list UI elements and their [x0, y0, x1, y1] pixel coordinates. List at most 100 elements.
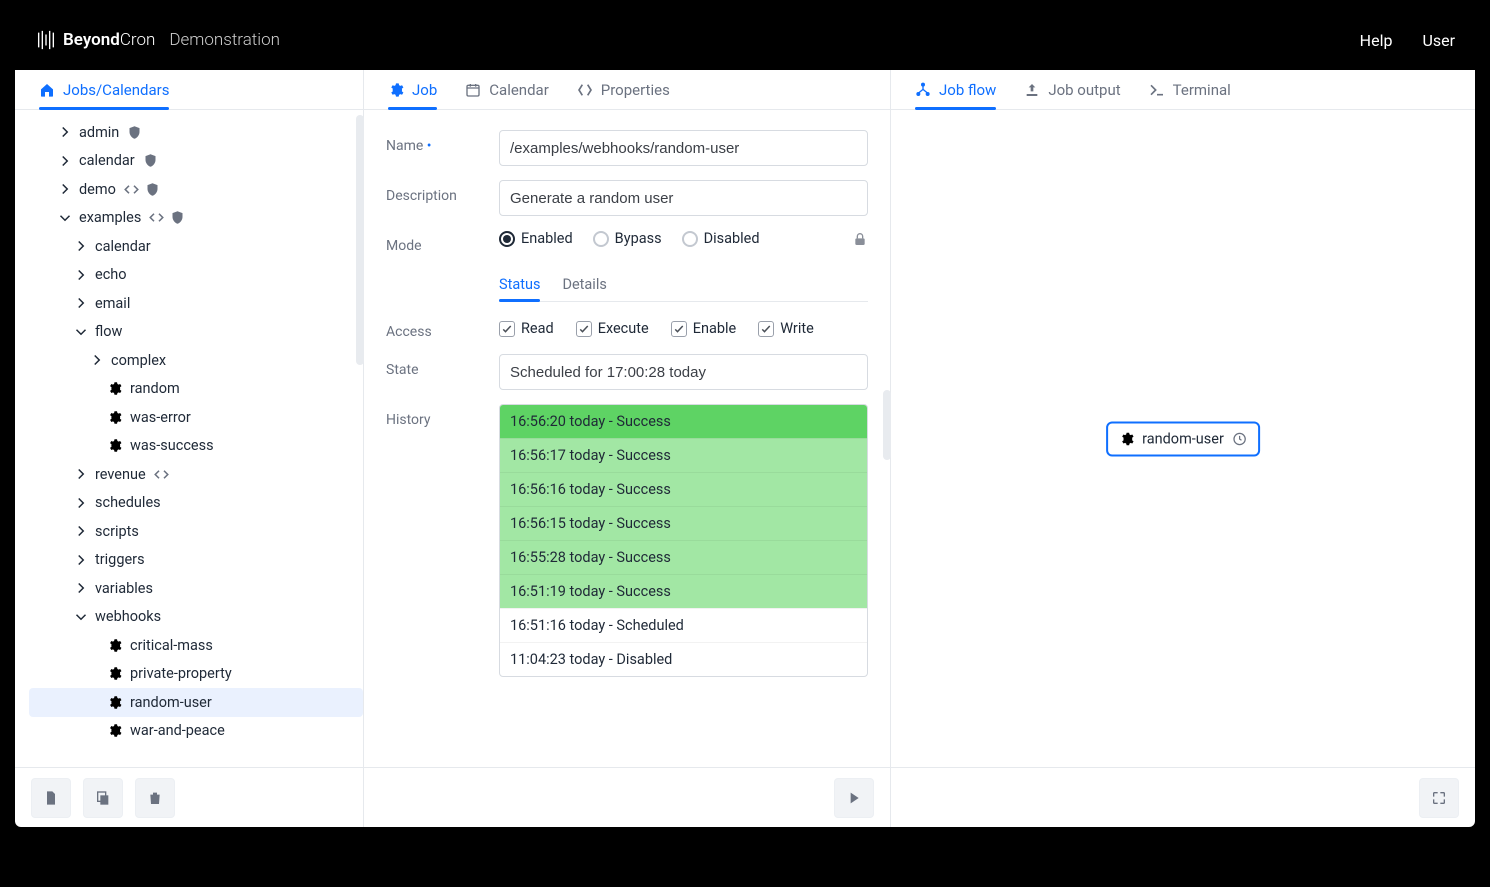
- mode-disabled-radio[interactable]: Disabled: [682, 230, 760, 247]
- tree-was-success[interactable]: was-success: [29, 432, 363, 461]
- mode-enabled-radio[interactable]: Enabled: [499, 230, 573, 247]
- chevron-right-icon: [75, 240, 87, 252]
- chevron-right-icon: [75, 297, 87, 309]
- tree-private-property[interactable]: private-property: [29, 660, 363, 689]
- desc-input[interactable]: [499, 180, 868, 216]
- history-row[interactable]: 16:56:15 today - Success: [500, 506, 867, 540]
- gear-icon: [107, 666, 122, 681]
- new-button[interactable]: [31, 778, 71, 818]
- flow-node-random-user[interactable]: random-user: [1106, 421, 1260, 456]
- tree-triggers[interactable]: triggers: [29, 546, 363, 575]
- chevron-down-icon: [59, 212, 71, 224]
- subtab-details[interactable]: Details: [562, 268, 606, 301]
- access-execute[interactable]: Execute: [576, 320, 649, 337]
- user-menu[interactable]: User: [1422, 31, 1455, 50]
- chevron-right-icon: [75, 525, 87, 537]
- scrollbar-hint[interactable]: [356, 115, 363, 365]
- help-link[interactable]: Help: [1360, 31, 1393, 50]
- history-row[interactable]: 11:04:23 today - Disabled: [500, 642, 867, 676]
- tab-properties[interactable]: Properties: [577, 70, 670, 109]
- desc-label: Description: [386, 180, 481, 204]
- access-read[interactable]: Read: [499, 320, 554, 337]
- tree-critical-mass[interactable]: critical-mass: [29, 631, 363, 660]
- history-label: History: [386, 404, 481, 428]
- code-icon: [124, 182, 139, 197]
- tree-ex-calendar[interactable]: calendar: [29, 232, 363, 261]
- gear-icon: [388, 82, 404, 98]
- flow-toolbar: [891, 767, 1475, 827]
- copy-icon: [95, 790, 111, 806]
- tree-scripts[interactable]: scripts: [29, 517, 363, 546]
- left-toolbar: [15, 767, 363, 827]
- tab-job[interactable]: Job: [388, 70, 437, 109]
- mode-bypass-radio[interactable]: Bypass: [593, 230, 662, 247]
- brand-thin: Cron: [120, 30, 155, 50]
- tree-random[interactable]: random: [29, 375, 363, 404]
- tree-random-user[interactable]: random-user: [29, 688, 363, 717]
- detail-tabbar: Job Calendar Properties: [364, 70, 890, 110]
- tree-was-error[interactable]: was-error: [29, 403, 363, 432]
- tree-echo[interactable]: echo: [29, 261, 363, 290]
- tree-war-and-peace[interactable]: war-and-peace: [29, 717, 363, 746]
- subtab-status[interactable]: Status: [499, 268, 540, 301]
- flow-canvas[interactable]: random-user: [891, 110, 1475, 767]
- gear-icon: [107, 638, 122, 653]
- tab-job-flow[interactable]: Job flow: [915, 70, 996, 109]
- expand-button[interactable]: [1419, 778, 1459, 818]
- tree-revenue[interactable]: revenue: [29, 460, 363, 489]
- tree-schedules[interactable]: schedules: [29, 489, 363, 518]
- tree-email[interactable]: email: [29, 289, 363, 318]
- check-icon: [501, 323, 513, 335]
- brand-bold: Beyond: [63, 30, 120, 50]
- history-list: 16:56:20 today - Success16:56:17 today -…: [499, 404, 868, 677]
- history-row[interactable]: 16:56:20 today - Success: [500, 405, 867, 438]
- tab-terminal[interactable]: Terminal: [1149, 70, 1231, 109]
- access-write[interactable]: Write: [758, 320, 814, 337]
- gear-icon: [107, 438, 122, 453]
- gear-icon: [107, 381, 122, 396]
- history-row[interactable]: 16:56:17 today - Success: [500, 438, 867, 472]
- tree-admin[interactable]: admin: [29, 118, 363, 147]
- access-label: Access: [386, 316, 481, 340]
- job-form: Name • Description Mode Enabled Bypass D…: [364, 110, 890, 767]
- delete-button[interactable]: [135, 778, 175, 818]
- app-header: BeyondCron Demonstration Help User: [15, 10, 1475, 70]
- history-row[interactable]: 16:51:16 today - Scheduled: [500, 608, 867, 642]
- tab-job-output[interactable]: Job output: [1024, 70, 1120, 109]
- chevron-down-icon: [75, 326, 87, 338]
- nav-tree[interactable]: admin calendar demo examples: [15, 110, 363, 767]
- state-display: [499, 354, 868, 390]
- tree-flow[interactable]: flow: [29, 318, 363, 347]
- gear-icon: [107, 695, 122, 710]
- copy-button[interactable]: [83, 778, 123, 818]
- gear-icon: [1119, 431, 1134, 446]
- chevron-right-icon: [59, 126, 71, 138]
- history-row[interactable]: 16:55:28 today - Success: [500, 540, 867, 574]
- tab-jobs-calendars[interactable]: Jobs/Calendars: [39, 70, 169, 109]
- tree-calendar[interactable]: calendar: [29, 147, 363, 176]
- history-row[interactable]: 16:56:16 today - Success: [500, 472, 867, 506]
- shield-icon: [127, 125, 142, 140]
- tree-examples[interactable]: examples: [29, 204, 363, 233]
- run-button[interactable]: [834, 778, 874, 818]
- shield-icon: [143, 153, 158, 168]
- lock-icon: [852, 231, 868, 247]
- chevron-down-icon: [75, 611, 87, 623]
- mode-label: Mode: [386, 230, 481, 254]
- shield-icon: [145, 182, 160, 197]
- tree-complex[interactable]: complex: [29, 346, 363, 375]
- history-row[interactable]: 16:51:19 today - Success: [500, 574, 867, 608]
- subtabs: Status Details: [499, 268, 868, 302]
- code-icon: [149, 210, 164, 225]
- tree-webhooks[interactable]: webhooks: [29, 603, 363, 632]
- scrollbar-hint[interactable]: [883, 390, 890, 460]
- tree-demo[interactable]: demo: [29, 175, 363, 204]
- tree-variables[interactable]: variables: [29, 574, 363, 603]
- name-input[interactable]: [499, 130, 868, 166]
- right-tabbar: Job flow Job output Terminal: [891, 70, 1475, 110]
- upload-icon: [1024, 82, 1040, 98]
- chevron-right-icon: [75, 582, 87, 594]
- tab-calendar[interactable]: Calendar: [465, 70, 549, 109]
- access-enable[interactable]: Enable: [671, 320, 737, 337]
- check-icon: [673, 323, 685, 335]
